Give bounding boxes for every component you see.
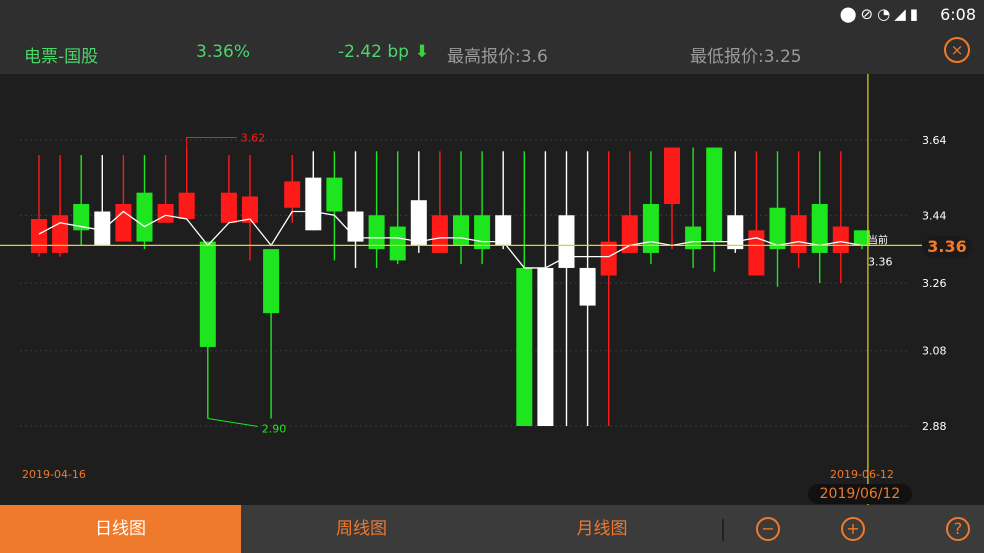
down-arrow-icon: ⬇	[408, 42, 430, 62]
rate-change: -2.42 bp ⬇	[338, 42, 429, 62]
zoom-in-button[interactable]: +	[841, 517, 865, 541]
candle-body	[410, 200, 427, 246]
status-time: 6:08	[940, 5, 976, 24]
candle-body	[115, 203, 132, 242]
candle-body	[263, 249, 280, 314]
candle-body	[706, 147, 723, 242]
close-button[interactable]: ×	[944, 37, 970, 63]
candle-body	[157, 203, 174, 223]
high-quote: 最高报价:3.6	[447, 47, 548, 67]
x-start-label: 2019-04-16	[22, 468, 86, 481]
zoom-out-button[interactable]: −	[756, 517, 780, 541]
candle-body	[284, 181, 301, 208]
status-bar: ⬤⊘◔◢▮ 6:08	[0, 0, 984, 30]
header: 电票-国股 3.36% -2.42 bp ⬇ 最高报价:3.6 最低报价:3.2…	[0, 30, 984, 74]
location-icon: ⬤	[839, 5, 861, 23]
zoom-out-icon: −	[761, 519, 775, 538]
no-sound-icon: ⊘	[860, 5, 878, 23]
chart-canvas[interactable]: 3.64 3.44 3.26 3.08 2.88 3.62 2.90 当前 3.36 2019-0…	[0, 74, 984, 505]
tab-daily[interactable]: 日线图	[0, 505, 241, 553]
current-label: 当前	[868, 233, 888, 246]
y-tick-label: 2.88	[922, 420, 947, 433]
candle-body	[31, 219, 47, 253]
candle-body	[389, 226, 406, 261]
candle-body	[52, 215, 69, 253]
candle-body	[832, 226, 849, 253]
battery-icon: ▮	[909, 5, 922, 23]
candle-body	[136, 192, 153, 242]
candle-body	[94, 211, 111, 246]
current-value-badge: 3.36	[922, 236, 972, 258]
bottom-bar: 日线图 周线图 月线图 − + ?	[0, 505, 984, 553]
x-end-label: 2019-06-12	[830, 468, 894, 481]
candle-body	[199, 241, 216, 347]
wifi-icon: ◔	[877, 5, 895, 23]
candle-body	[664, 147, 680, 204]
instrument-name: 电票-国股	[24, 47, 99, 67]
candle-body	[579, 267, 596, 306]
candle-body	[453, 215, 469, 246]
candle-body	[305, 177, 322, 231]
candle-body	[474, 215, 491, 250]
candle-body	[537, 267, 554, 426]
status-icons: ⬤⊘◔◢▮	[840, 5, 922, 23]
y-tick-label: 3.64	[922, 134, 947, 147]
y-tick-label: 3.08	[922, 345, 947, 358]
rate-change-value: -2.42 bp	[338, 42, 409, 62]
candle-body	[326, 177, 343, 212]
help-button[interactable]: ?	[946, 517, 970, 541]
candle-body	[178, 192, 195, 220]
candle-body	[600, 241, 617, 276]
candlestick-chart[interactable]: 3.64 3.44 3.26 3.08 2.88 3.62 2.90 当前 3.36 2019-0…	[0, 74, 984, 505]
help-icon: ?	[953, 519, 963, 538]
max-annotation-line	[186, 137, 237, 148]
candle-body	[790, 215, 807, 253]
candle-body	[727, 215, 744, 250]
candle-body	[495, 215, 512, 246]
min-annotation-line	[207, 417, 258, 427]
candle-body	[748, 230, 765, 276]
candle-body	[516, 267, 533, 426]
y-tick-label: 3.44	[922, 209, 947, 222]
candle-body	[431, 215, 448, 253]
selected-date-badge: 2019/06/12	[808, 484, 912, 504]
current-rate: 3.36%	[196, 42, 251, 62]
zoom-in-icon: +	[846, 519, 860, 538]
current-value: 3.36	[868, 255, 893, 268]
min-annotation-label: 2.90	[262, 422, 287, 435]
toolbar-divider	[722, 519, 724, 541]
y-tick-label: 3.26	[922, 277, 947, 290]
signal-icon: ◢	[894, 5, 910, 23]
candle-body	[220, 192, 237, 223]
candle-body	[368, 215, 385, 250]
candle-body	[621, 215, 638, 253]
low-quote: 最低报价:3.25	[690, 47, 802, 67]
tab-weekly[interactable]: 周线图	[241, 505, 482, 553]
tab-monthly[interactable]: 月线图	[482, 505, 722, 553]
close-icon: ×	[950, 41, 964, 59]
max-annotation-label: 3.62	[241, 132, 266, 145]
